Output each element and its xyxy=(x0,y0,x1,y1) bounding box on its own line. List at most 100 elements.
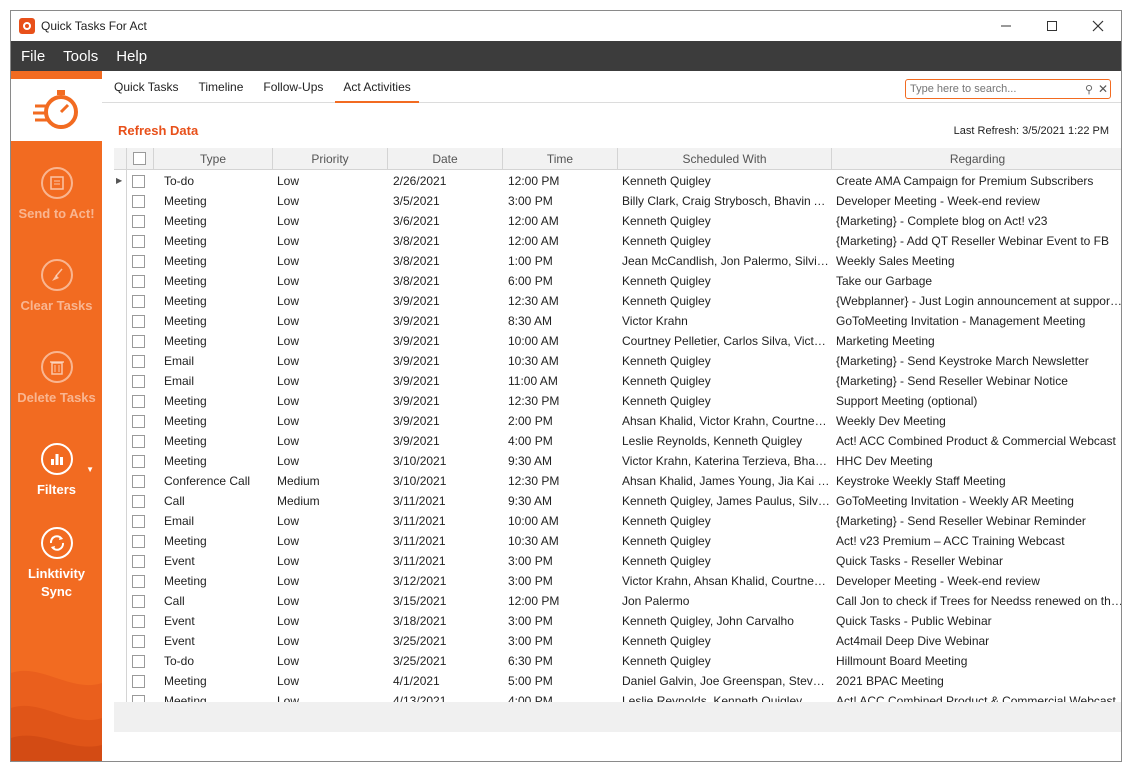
table-row[interactable]: Call Medium 3/11/2021 9:30 AM Kenneth Quigle… xyxy=(114,491,1121,511)
table-row[interactable]: Conference Call Medium 3/10/2021 12:30 PM Ah… xyxy=(114,471,1121,491)
cell-type: Meeting xyxy=(164,454,207,468)
cell-regarding: {Marketing} - Send Reseller Webinar Noti… xyxy=(836,374,1068,388)
row-checkbox[interactable] xyxy=(132,275,145,288)
row-checkbox[interactable] xyxy=(132,495,145,508)
cell-type: Event xyxy=(164,634,195,648)
tab-timeline[interactable]: Timeline xyxy=(190,71,251,103)
table-row[interactable]: To-do Low 3/25/2021 6:30 PM Kenneth Quigley H… xyxy=(114,651,1121,671)
search-input[interactable] xyxy=(906,83,1082,95)
table-row[interactable]: Meeting Low 3/12/2021 3:00 PM Victor Krahn, … xyxy=(114,571,1121,591)
row-checkbox[interactable] xyxy=(132,415,145,428)
minimize-button[interactable] xyxy=(983,11,1029,41)
table-row[interactable]: Meeting Low 3/8/2021 6:00 PM Kenneth Quigley… xyxy=(114,271,1121,291)
delete-tasks-button[interactable]: Delete Tasks xyxy=(11,351,102,407)
cell-type: Email xyxy=(164,374,195,388)
column-header-scheduled-with[interactable]: Scheduled With xyxy=(618,148,832,170)
menu-file[interactable]: File xyxy=(13,48,53,65)
dropdown-arrow-icon[interactable]: ▼ xyxy=(86,465,94,474)
row-checkbox[interactable] xyxy=(132,215,145,228)
tab-act-activities[interactable]: Act Activities xyxy=(335,71,419,103)
cell-regarding: Marketing Meeting xyxy=(836,334,935,348)
table-row[interactable]: Meeting Low 3/8/2021 1:00 PM Jean McCandlish… xyxy=(114,251,1121,271)
close-button[interactable] xyxy=(1075,11,1121,41)
row-checkbox[interactable] xyxy=(132,255,145,268)
table-row[interactable]: Email Low 3/9/2021 11:00 AM Kenneth Quigley {… xyxy=(114,371,1121,391)
menu-tools[interactable]: Tools xyxy=(55,48,106,65)
cell-priority: Low xyxy=(277,274,300,288)
table-row[interactable]: Meeting Low 3/5/2021 3:00 PM Billy Clark, Cr… xyxy=(114,191,1121,211)
table-row[interactable]: Meeting Low 3/9/2021 10:00 AM Courtney Pelle… xyxy=(114,331,1121,351)
table-row[interactable]: Meeting Low 3/9/2021 4:00 PM Leslie Reynolds… xyxy=(114,431,1121,451)
cell-regarding: 2021 BPAC Meeting xyxy=(836,674,944,688)
table-row[interactable]: Email Low 3/9/2021 10:30 AM Kenneth Quigley {… xyxy=(114,351,1121,371)
row-checkbox[interactable] xyxy=(132,535,145,548)
filters-button[interactable]: Filters ▼ xyxy=(11,443,102,499)
cell-priority: Low xyxy=(277,614,300,628)
row-checkbox[interactable] xyxy=(132,175,145,188)
table-row[interactable]: Meeting Low 3/9/2021 2:00 PM Ahsan Khalid, V… xyxy=(114,411,1121,431)
column-header-type[interactable]: Type xyxy=(154,148,273,170)
row-checkbox[interactable] xyxy=(132,595,145,608)
table-row[interactable]: Meeting Low 3/11/2021 10:30 AM Kenneth Quigl… xyxy=(114,531,1121,551)
clear-search-icon[interactable]: ✕ xyxy=(1096,82,1110,96)
row-checkbox[interactable] xyxy=(132,375,145,388)
row-checkbox[interactable] xyxy=(132,315,145,328)
cell-scheduled-with: Ahsan Khalid, Victor Krahn, Courtney Pel… xyxy=(622,414,830,428)
cell-regarding: Act! ACC Combined Product & Commercial W… xyxy=(836,434,1116,448)
row-checkbox[interactable] xyxy=(132,675,145,688)
row-checkbox[interactable] xyxy=(132,195,145,208)
close-icon xyxy=(1092,20,1104,32)
table-row[interactable]: Meeting Low 3/10/2021 9:30 AM Victor Krahn, … xyxy=(114,451,1121,471)
row-checkbox[interactable] xyxy=(132,515,145,528)
row-checkbox[interactable] xyxy=(132,655,145,668)
column-header-date[interactable]: Date xyxy=(388,148,503,170)
row-checkbox[interactable] xyxy=(132,435,145,448)
menu-help[interactable]: Help xyxy=(108,48,155,65)
table-row[interactable]: Event Low 3/18/2021 3:00 PM Kenneth Quigley,… xyxy=(114,611,1121,631)
row-checkbox[interactable] xyxy=(132,235,145,248)
cell-time: 12:30 PM xyxy=(508,474,560,488)
cell-date: 3/9/2021 xyxy=(393,334,440,348)
tab-follow-ups[interactable]: Follow-Ups xyxy=(255,71,331,103)
table-row[interactable]: Meeting Low 3/9/2021 8:30 AM Victor Krahn GoT… xyxy=(114,311,1121,331)
row-checkbox[interactable] xyxy=(132,355,145,368)
column-header-priority[interactable]: Priority xyxy=(273,148,388,170)
cell-priority: Low xyxy=(277,574,300,588)
table-row[interactable]: Meeting Low 3/6/2021 12:00 AM Kenneth Quigle… xyxy=(114,211,1121,231)
table-row[interactable]: Meeting Low 4/1/2021 5:00 PM Daniel Galvin, … xyxy=(114,671,1121,691)
row-checkbox[interactable] xyxy=(132,455,145,468)
title-bar: Quick Tasks For Act xyxy=(11,11,1121,41)
tab-quick-tasks[interactable]: Quick Tasks xyxy=(106,71,186,103)
select-all-checkbox[interactable] xyxy=(133,152,146,165)
cell-date: 3/8/2021 xyxy=(393,274,440,288)
row-checkbox[interactable] xyxy=(132,615,145,628)
cell-scheduled-with: Kenneth Quigley xyxy=(622,214,711,228)
send-to-act-button[interactable]: Send to Act! xyxy=(11,167,102,223)
maximize-button[interactable] xyxy=(1029,11,1075,41)
cell-time: 5:00 PM xyxy=(508,674,553,688)
table-row[interactable]: ▶ To-do Low 2/26/2021 12:00 PM Kenneth Quigle… xyxy=(114,171,1121,191)
table-row[interactable]: Meeting Low 3/9/2021 12:30 PM Kenneth Quigle… xyxy=(114,391,1121,411)
table-row[interactable]: Email Low 3/11/2021 10:00 AM Kenneth Quigley… xyxy=(114,511,1121,531)
row-checkbox[interactable] xyxy=(132,335,145,348)
table-row[interactable]: Event Low 3/25/2021 3:00 PM Kenneth Quigley A… xyxy=(114,631,1121,651)
table-row[interactable]: Meeting Low 3/8/2021 12:00 AM Kenneth Quigle… xyxy=(114,231,1121,251)
column-header-regarding[interactable]: Regarding xyxy=(832,148,1121,170)
cell-date: 3/9/2021 xyxy=(393,294,440,308)
cell-time: 10:30 AM xyxy=(508,534,559,548)
row-checkbox[interactable] xyxy=(132,575,145,588)
table-row[interactable]: Call Low 3/15/2021 12:00 PM Jon Palermo Call … xyxy=(114,591,1121,611)
refresh-data-link[interactable]: Refresh Data xyxy=(118,123,198,138)
row-checkbox[interactable] xyxy=(132,395,145,408)
clear-tasks-button[interactable]: Clear Tasks xyxy=(11,259,102,315)
row-checkbox[interactable] xyxy=(132,295,145,308)
row-checkbox[interactable] xyxy=(132,555,145,568)
table-row[interactable]: Event Low 3/11/2021 3:00 PM Kenneth Quigley Q… xyxy=(114,551,1121,571)
search-icon[interactable]: ⚲ xyxy=(1082,83,1096,96)
row-checkbox[interactable] xyxy=(132,635,145,648)
table-row[interactable]: Meeting Low 3/9/2021 12:30 AM Kenneth Quigle… xyxy=(114,291,1121,311)
linktivity-sync-button[interactable]: Linktivity Sync xyxy=(11,527,102,601)
row-checkbox[interactable] xyxy=(132,475,145,488)
maximize-icon xyxy=(1047,21,1057,31)
column-header-time[interactable]: Time xyxy=(503,148,618,170)
